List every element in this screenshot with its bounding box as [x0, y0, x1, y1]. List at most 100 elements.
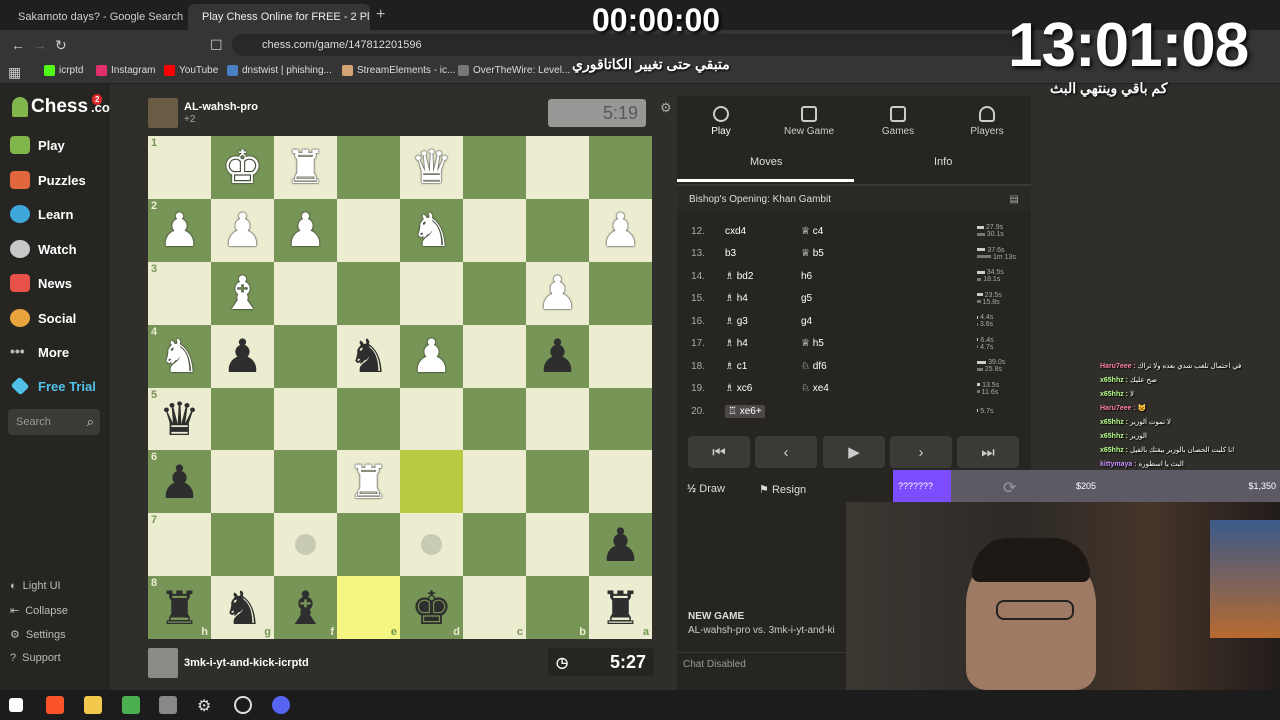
discord-icon[interactable] — [272, 696, 290, 714]
board-square[interactable] — [589, 136, 652, 199]
chess-logo[interactable]: Chess .com 2 — [12, 94, 121, 118]
board-square[interactable]: ♞ — [400, 198, 463, 262]
black-king-icon[interactable]: ♚ — [411, 585, 452, 631]
board-square[interactable]: 1 — [148, 136, 211, 199]
board-square[interactable]: e — [337, 576, 400, 640]
board-square[interactable] — [337, 136, 400, 199]
sidebar-collapse[interactable]: ⇤ Collapse — [10, 604, 68, 618]
board-square[interactable]: ♜ — [337, 450, 400, 514]
board-square[interactable] — [274, 387, 337, 451]
board-square[interactable]: ♛ — [400, 136, 463, 199]
legal-move-dot[interactable] — [421, 534, 442, 556]
board-square[interactable]: ♟ — [274, 198, 337, 262]
first-move-button[interactable]: ⏮ — [688, 436, 750, 468]
tab-new-game[interactable]: New Game — [765, 104, 853, 137]
last-move-button[interactable]: ⏭ — [957, 436, 1019, 468]
board-square[interactable] — [526, 136, 589, 199]
white-move[interactable]: ♗ h4 — [725, 338, 748, 349]
board-square[interactable] — [526, 513, 589, 577]
board-square[interactable]: 7 — [148, 513, 211, 577]
black-move[interactable]: ♘ xe4 — [801, 383, 829, 394]
bottom-player-name[interactable]: 3mk-i-yt-and-kick-icrptd — [184, 657, 309, 669]
board-square[interactable]: 2 ♟ — [148, 198, 211, 262]
sidebar-item-watch[interactable]: Watch — [10, 240, 77, 258]
file-explorer-icon[interactable] — [84, 696, 102, 714]
white-move[interactable]: cxd4 — [725, 226, 746, 237]
board-square[interactable]: 8 h ♜ — [148, 576, 211, 640]
black-move[interactable]: ♕ h5 — [801, 338, 824, 349]
new-game-card[interactable]: NEW GAME AL-wahsh-pro vs. 3mk-i-yt-and-k… — [688, 611, 835, 636]
board-square[interactable] — [211, 387, 274, 451]
white-move[interactable]: ♗ h4 — [725, 293, 748, 304]
board-square[interactable]: g ♞ — [211, 576, 274, 640]
sidebar-item-social[interactable]: Social — [10, 309, 76, 327]
white-king-icon[interactable]: ♚ — [222, 144, 263, 190]
board-square[interactable]: ♟ — [526, 261, 589, 325]
black-move[interactable]: ♕ c4 — [801, 226, 823, 237]
board-square[interactable] — [589, 324, 652, 388]
black-move[interactable]: g4 — [801, 316, 812, 327]
resign-button[interactable]: ⚑ Resign — [759, 483, 806, 496]
white-move[interactable]: b3 — [725, 248, 736, 259]
apps-grid-icon[interactable]: ▦ — [8, 64, 21, 81]
board-square[interactable]: 6 ♟ — [148, 450, 211, 514]
board-square[interactable] — [589, 261, 652, 325]
white-move[interactable]: ♗ c1 — [725, 361, 747, 372]
board-square[interactable]: ♝ — [211, 261, 274, 325]
draw-button[interactable]: ½ Draw — [687, 483, 725, 495]
board-square[interactable] — [463, 136, 526, 199]
board-square[interactable]: d ♚ — [400, 576, 463, 640]
store-icon[interactable] — [122, 696, 140, 714]
bookmark-item[interactable]: StreamElements - ic... — [342, 65, 455, 76]
white-pawn-icon[interactable]: ♟ — [411, 333, 452, 379]
book-icon[interactable]: ▤ — [1010, 194, 1019, 205]
brave-icon[interactable] — [46, 696, 64, 714]
white-pawn-icon[interactable]: ♟ — [600, 207, 641, 253]
black-move[interactable]: ♕ b5 — [801, 248, 824, 259]
sidebar-item-more[interactable]: ••• More — [10, 343, 69, 361]
white-pawn-icon[interactable]: ♟ — [285, 207, 326, 253]
board-square[interactable]: 3 — [148, 261, 211, 325]
black-pawn-icon[interactable]: ♟ — [537, 333, 578, 379]
white-move[interactable]: ♖ xe6+ — [725, 404, 765, 418]
sidebar-item-play[interactable]: Play — [10, 136, 65, 154]
board-square[interactable] — [526, 387, 589, 451]
settings-gear-icon[interactable]: ⚙ — [197, 696, 215, 715]
bookmark-item[interactable]: Instagram — [96, 65, 155, 76]
bookmark-icon[interactable]: ☐ — [210, 37, 223, 54]
windows-start-icon[interactable] — [9, 698, 23, 712]
white-move[interactable]: ♗ bd2 — [725, 271, 753, 282]
black-queen-icon[interactable]: ♛ — [159, 396, 200, 442]
board-square[interactable]: ♟ — [211, 198, 274, 262]
bookmark-item[interactable]: dnstwist | phishing... — [227, 65, 332, 76]
forward-icon[interactable]: → — [33, 37, 47, 53]
next-move-button[interactable]: › — [890, 436, 952, 468]
board-square[interactable] — [337, 198, 400, 262]
white-pawn-icon[interactable]: ♟ — [222, 207, 263, 253]
obs-icon[interactable] — [234, 696, 252, 714]
white-move[interactable]: ♗ xc6 — [725, 383, 752, 394]
white-knight-icon[interactable]: ♞ — [411, 207, 452, 253]
board-square[interactable]: ♚ — [211, 136, 274, 199]
board-square[interactable]: ♟ — [589, 513, 652, 577]
board-square[interactable] — [400, 450, 463, 514]
board-square[interactable]: 4 ♞ — [148, 324, 211, 388]
board-square[interactable] — [463, 261, 526, 325]
board-square[interactable] — [589, 387, 652, 451]
board-square[interactable] — [526, 450, 589, 514]
white-pawn-icon[interactable]: ♟ — [159, 207, 200, 253]
board-square[interactable] — [463, 387, 526, 451]
board-square[interactable]: c — [463, 576, 526, 640]
board-square[interactable]: 5 ♛ — [148, 387, 211, 451]
board-square[interactable] — [463, 513, 526, 577]
back-icon[interactable]: ← — [11, 37, 25, 53]
white-rook-icon[interactable]: ♜ — [285, 144, 326, 190]
board-square[interactable]: ♟ — [589, 198, 652, 262]
board-square[interactable]: ♟ — [211, 324, 274, 388]
white-bishop-icon[interactable]: ♝ — [222, 270, 263, 316]
black-knight-icon[interactable]: ♞ — [348, 333, 389, 379]
previous-move-button[interactable]: ‹ — [755, 436, 817, 468]
black-move[interactable]: ♘ df6 — [801, 361, 827, 372]
board-square[interactable] — [274, 450, 337, 514]
board-square[interactable]: f ♝ — [274, 576, 337, 640]
